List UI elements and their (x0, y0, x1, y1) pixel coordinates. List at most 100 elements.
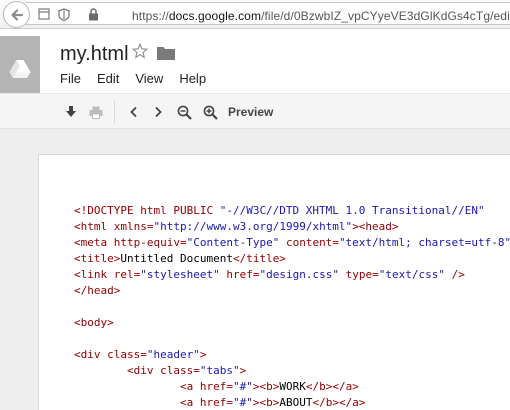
code-token: <a (179, 380, 200, 393)
code-token: > (239, 364, 247, 377)
code-token: xmlns= (113, 220, 154, 233)
code-token: ><b> (252, 396, 280, 409)
code-token: </title> (232, 252, 286, 265)
code-token: "Content-Type" (186, 236, 280, 249)
code-token: "text/html; charset=utf-8" (338, 236, 510, 249)
code-token: "#" (232, 396, 253, 409)
code-token: "#" (232, 380, 253, 393)
url-path: /file/d/0BzwbIZ_vpCYyeVE3dGlKdGs4cTg/edi… (261, 9, 510, 23)
drive-logo[interactable] (0, 36, 40, 100)
download-button[interactable] (63, 104, 79, 120)
code-token: <title> (74, 252, 121, 265)
previous-button[interactable] (126, 104, 142, 120)
code-token: </head> (74, 284, 121, 297)
chevron-right-icon (155, 106, 162, 118)
back-button[interactable] (3, 1, 30, 28)
code-token: <html (74, 220, 114, 233)
code-token: type= (338, 268, 379, 281)
code-line: <div class="tabs"> (74, 363, 510, 379)
lock-icon[interactable] (88, 8, 99, 21)
code-token: "header" (146, 348, 200, 361)
code-token: href= (199, 380, 233, 393)
code-token: "http://www.w3.org/1999/xhtml" (153, 220, 353, 233)
code-token: <a (179, 396, 200, 409)
code-token: <div (126, 364, 161, 377)
zoom-in-icon (203, 105, 218, 120)
code-token: "stylesheet" (140, 268, 220, 281)
menu-help[interactable]: Help (179, 71, 206, 86)
arrow-left-icon (10, 8, 23, 21)
code-token: "-//W3C//DTD XHTML 1.0 Transitional//EN" (219, 204, 485, 217)
url-text[interactable]: https://docs.google.com/file/d/0BzwbIZ_v… (132, 9, 510, 23)
code-token: Untitled Document (120, 252, 233, 265)
code-token: "design.css" (259, 268, 339, 281)
code-line: <a href="#"><b>WORK</b></a> (74, 379, 510, 395)
code-line: <div class="header"> (74, 347, 510, 363)
document-viewer: <!DOCTYPE html PUBLIC "-//W3C//DTD XHTML… (0, 129, 510, 410)
url-host: docs.google.com (168, 9, 262, 23)
code-token: "tabs" (199, 364, 240, 377)
preview-button[interactable]: Preview (228, 105, 273, 119)
code-token: /> (444, 268, 465, 281)
zoom-out-button[interactable] (176, 104, 192, 120)
print-button[interactable] (88, 104, 104, 120)
shield-icon[interactable] (58, 8, 70, 21)
code-line: </head> (74, 283, 510, 299)
code-token: ABOUT (279, 396, 313, 409)
toolbar-separator (114, 101, 115, 123)
code-token: http-equiv= (113, 236, 187, 249)
menu-bar: File Edit View Help (60, 71, 222, 86)
address-bar[interactable]: https://docs.google.com/file/d/0BzwbIZ_v… (26, 2, 510, 25)
code-line: <link rel="stylesheet" href="design.css"… (74, 267, 510, 283)
app-header: my.html File Edit View Help (0, 29, 510, 100)
next-button[interactable] (150, 104, 166, 120)
zoom-in-button[interactable] (202, 104, 218, 120)
print-icon (89, 106, 103, 119)
code-content: <!DOCTYPE html PUBLIC "-//W3C//DTD XHTML… (74, 203, 510, 410)
code-token: content= (279, 236, 339, 249)
code-line: <!DOCTYPE html PUBLIC "-//W3C//DTD XHTML… (74, 203, 510, 219)
drive-icon (9, 59, 31, 78)
code-token: <div (74, 348, 108, 361)
code-token: </b></a> (312, 396, 366, 409)
browser-toolbar: https://docs.google.com/file/d/0BzwbIZ_v… (0, 0, 510, 29)
code-token: <!DOCTYPE html PUBLIC (74, 204, 220, 217)
url-scheme: https:// (132, 9, 169, 23)
zoom-out-icon (177, 105, 192, 120)
code-token: > (199, 348, 207, 361)
document-page: <!DOCTYPE html PUBLIC "-//W3C//DTD XHTML… (38, 154, 510, 410)
code-token: ><b> (252, 380, 280, 393)
toolbar: Preview (0, 93, 510, 129)
code-token: rel= (113, 268, 141, 281)
folder-icon[interactable] (157, 46, 175, 60)
download-icon (66, 106, 76, 117)
code-token: href= (219, 268, 260, 281)
code-line: <a href="#"><b>ABOUT</b></a> (74, 395, 510, 410)
code-line: <title>Untitled Document</title> (74, 251, 510, 267)
code-line: <html xmlns="http://www.w3.org/1999/xhtm… (74, 219, 510, 235)
code-token: ><head> (352, 220, 399, 233)
code-token: <link (74, 268, 114, 281)
code-line: <meta http-equiv="Content-Type" content=… (74, 235, 510, 251)
chevron-left-icon (130, 106, 137, 118)
code-token: <meta (74, 236, 114, 249)
star-icon[interactable] (132, 43, 148, 59)
code-token: href= (199, 396, 233, 409)
page-icon (38, 8, 50, 20)
code-token: "text/css" (378, 268, 445, 281)
code-token: WORK (279, 380, 306, 393)
menu-file[interactable]: File (60, 71, 81, 86)
code-token: <body> (74, 316, 114, 329)
menu-edit[interactable]: Edit (97, 71, 119, 86)
code-token: class= (160, 364, 200, 377)
document-title[interactable]: my.html (60, 43, 129, 66)
code-token: </b></a> (305, 380, 359, 393)
menu-view[interactable]: View (135, 71, 163, 86)
code-token: class= (107, 348, 147, 361)
code-line: <body> (74, 315, 510, 331)
